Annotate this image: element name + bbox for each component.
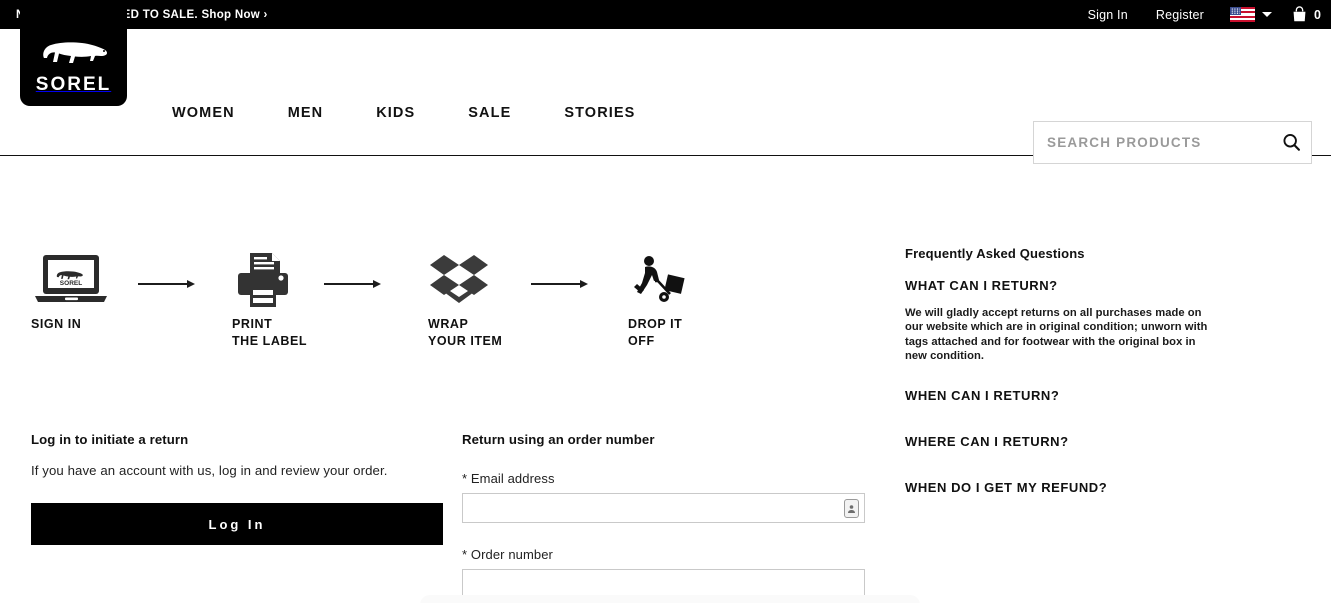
search-box [1033, 121, 1312, 164]
nav-item-stories[interactable]: STORIES [564, 105, 635, 121]
page-bottom-edge [420, 595, 920, 603]
order-number-field-label: * Order number [462, 547, 553, 562]
faq-item-what-can-i-return[interactable]: WHAT CAN I RETURN? We will gladly accept… [905, 278, 1215, 364]
email-field-label: * Email address [462, 471, 555, 486]
faq-question[interactable]: WHAT CAN I RETURN? [905, 278, 1215, 293]
faq-title: Frequently Asked Questions [905, 246, 1085, 261]
sign-in-link[interactable]: Sign In [1074, 8, 1142, 22]
chevron-down-icon [1262, 12, 1273, 17]
sorel-logo-text: SOREL [35, 74, 112, 95]
nav-item-men[interactable]: MEN [288, 105, 324, 121]
returns-page: NEW STYLES ADDED TO SALE. Shop Now › Sig… [0, 0, 1331, 603]
order-form-heading: Return using an order number [462, 432, 655, 447]
wrap-box-icon [428, 244, 502, 316]
faq-question[interactable]: WHEN DO I GET MY REFUND? [905, 480, 1215, 495]
step-label: DROP IT OFF [628, 317, 683, 348]
faq-item-where-can-i-return[interactable]: WHERE CAN I RETURN? [905, 434, 1215, 449]
step-label: PRINT THE LABEL [232, 317, 308, 348]
login-subtext: If you have an account with us, log in a… [31, 463, 388, 478]
faq-question[interactable]: WHERE CAN I RETURN? [905, 434, 1215, 449]
nav-item-women[interactable]: WOMEN [172, 105, 235, 121]
cart-count: 0 [1314, 7, 1321, 22]
search-icon [1282, 134, 1300, 151]
order-return-section: Return using an order number * Email add… [462, 432, 865, 599]
nav-item-kids[interactable]: KIDS [376, 105, 415, 121]
faq-answer: We will gladly accept returns on all pur… [905, 307, 1208, 363]
locale-selector[interactable] [1218, 7, 1278, 22]
step-wrap-item: WRAP YOUR ITEM [428, 244, 502, 350]
step-print-label: PRINT THE LABEL [232, 244, 307, 350]
login-heading: Log in to initiate a return [31, 432, 189, 447]
search-input[interactable] [1045, 134, 1271, 151]
promo-utility-nav: Sign In Register 0 [1074, 5, 1331, 24]
svg-text:SOREL: SOREL [60, 280, 82, 287]
shopping-bag-icon [1293, 6, 1306, 22]
printer-icon [232, 244, 307, 316]
search-submit-button[interactable] [1271, 122, 1311, 163]
faq-question[interactable]: WHEN CAN I RETURN? [905, 388, 1215, 403]
faq-section: Frequently Asked Questions WHAT CAN I RE… [905, 246, 1215, 495]
cart-button[interactable]: 0 [1278, 5, 1321, 24]
step-drop-off: DROP IT OFF [628, 244, 686, 350]
promo-bar: NEW STYLES ADDED TO SALE. Shop Now › Sig… [0, 0, 1331, 29]
promo-shop-now-link[interactable]: Shop Now › [201, 9, 267, 21]
email-field[interactable] [462, 493, 865, 523]
site-header: SOREL WOMEN MEN KIDS SALE STORIES [0, 0, 1331, 164]
faq-item-when-do-i-get-my-refund[interactable]: WHEN DO I GET MY REFUND? [905, 480, 1215, 495]
register-link[interactable]: Register [1142, 8, 1218, 22]
laptop-sign-in-icon: SOREL [31, 244, 111, 316]
main-navigation: WOMEN MEN KIDS SALE STORIES [172, 105, 635, 121]
step-arrow-1 [138, 279, 195, 289]
step-label: WRAP YOUR ITEM [428, 317, 503, 348]
email-field-wrapper [462, 493, 865, 523]
login-section: Log in to initiate a return If you have … [31, 432, 443, 545]
step-label: SIGN IN [31, 317, 82, 331]
step-arrow-3 [531, 279, 588, 289]
hand-truck-delivery-icon [628, 244, 686, 316]
log-in-button[interactable]: Log In [31, 503, 443, 545]
sorel-logo[interactable]: SOREL [20, 0, 127, 106]
contact-card-icon[interactable] [844, 499, 859, 518]
us-flag-icon [1230, 7, 1256, 22]
faq-item-when-can-i-return[interactable]: WHEN CAN I RETURN? [905, 388, 1215, 403]
step-sign-in: SOREL SIGN IN [31, 244, 111, 333]
polar-bear-icon [42, 42, 107, 63]
nav-item-sale[interactable]: SALE [468, 105, 511, 121]
return-steps: SOREL SIGN IN PRINT THE LABEL WRAP YOUR … [0, 156, 900, 376]
step-arrow-2 [324, 279, 381, 289]
